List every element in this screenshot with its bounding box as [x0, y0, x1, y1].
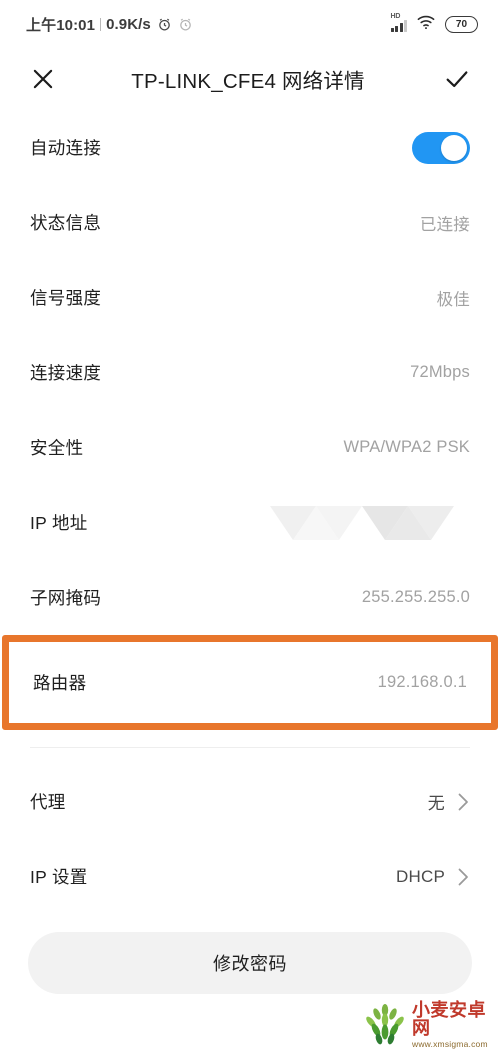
row-label: 路由器	[33, 673, 87, 693]
row-proxy[interactable]: 代理 无	[0, 764, 500, 839]
row-label: 连接速度	[30, 363, 102, 383]
row-value: 192.168.0.1	[377, 673, 467, 691]
hd-label: HD	[390, 13, 401, 20]
network-speed: 0.9K/s	[106, 15, 151, 33]
section-divider	[30, 746, 470, 748]
wifi-icon	[416, 14, 436, 34]
chevron-right-icon	[457, 792, 470, 812]
app-bar: TP-LINK_CFE4 网络详情	[0, 48, 500, 110]
row-label: IP 地址	[30, 513, 88, 533]
battery-level: 70	[455, 18, 468, 30]
row-value: 72Mbps	[410, 363, 470, 381]
row-value: WPA/WPA2 PSK	[343, 438, 470, 456]
row-value: DHCP	[396, 867, 470, 887]
row-label: 信号强度	[30, 288, 102, 308]
site-watermark: 小麦安卓网 www.xmsigma.com	[354, 994, 500, 1056]
row-router-highlighted: 路由器 192.168.0.1	[2, 635, 498, 730]
chevron-right-icon	[457, 867, 470, 887]
alarm-clock-outline-icon	[178, 17, 193, 32]
row-ip-settings[interactable]: IP 设置 DHCP	[0, 839, 500, 914]
row-label: IP 设置	[30, 867, 88, 887]
row-subnet-mask: 子网掩码 255.255.255.0	[0, 560, 500, 635]
signal-bars-icon: HD	[390, 13, 407, 32]
status-bar-left: 上午10:01 0.9K/s	[26, 14, 193, 35]
row-label: 自动连接	[30, 138, 102, 158]
alarm-clock-icon	[157, 17, 172, 32]
row-label: 子网掩码	[30, 588, 102, 608]
watermark-site-url: www.xmsigma.com	[412, 1039, 488, 1050]
change-password-button[interactable]: 修改密码	[28, 932, 472, 994]
row-auto-connect[interactable]: 自动连接	[0, 110, 500, 185]
battery-indicator: 70	[445, 15, 478, 33]
row-value: 已连接	[419, 215, 470, 234]
row-signal-strength: 信号强度 极佳	[0, 260, 500, 335]
section-divider-wrap	[0, 730, 500, 764]
row-status: 状态信息 已连接	[0, 185, 500, 260]
page-title: TP-LINK_CFE4 网络详情	[131, 70, 365, 93]
check-icon[interactable]	[440, 62, 474, 96]
row-value: 255.255.255.0	[361, 588, 470, 606]
row-link-speed: 连接速度 72Mbps	[0, 335, 500, 410]
status-bar-right: HD 70	[390, 13, 478, 34]
row-value: 极佳	[436, 290, 470, 309]
row-value: 无	[428, 789, 470, 814]
watermark-text: 小麦安卓网 www.xmsigma.com	[412, 1001, 500, 1049]
wheat-logo-icon	[364, 1001, 406, 1050]
proxy-value: 无	[427, 794, 445, 813]
row-ip-address: IP 地址	[0, 485, 500, 560]
ip-settings-value: DHCP	[396, 866, 445, 886]
status-time: 上午10:01	[26, 16, 96, 34]
row-label: 状态信息	[30, 213, 102, 233]
auto-connect-toggle[interactable]	[412, 131, 470, 164]
watermark-site-name: 小麦安卓网	[412, 1000, 486, 1039]
row-label: 安全性	[30, 438, 84, 458]
status-bar: 上午10:01 0.9K/s HD 70	[0, 0, 500, 48]
row-label: 代理	[30, 792, 66, 812]
footer-area: 修改密码	[0, 914, 500, 994]
ip-address-redaction-mask	[270, 502, 470, 544]
row-security: 安全性 WPA/WPA2 PSK	[0, 410, 500, 485]
close-icon[interactable]	[26, 62, 60, 96]
status-separator	[100, 17, 102, 31]
network-detail-list: 自动连接 状态信息 已连接 信号强度 极佳 连接速度 72Mbps 安全性 WP…	[0, 110, 500, 914]
toggle-knob	[441, 134, 467, 161]
